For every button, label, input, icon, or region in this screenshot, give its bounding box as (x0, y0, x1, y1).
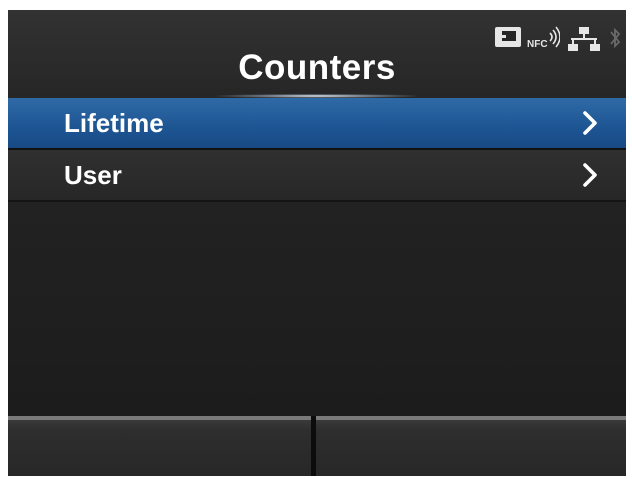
chevron-right-icon (582, 161, 600, 189)
softkey-right-button[interactable] (316, 416, 626, 476)
printer-display: Counters NFC Lifetime User (8, 10, 626, 476)
header-bar: Counters NFC (8, 10, 626, 98)
bluetooth-icon (608, 25, 622, 56)
softkey-left-button[interactable] (8, 416, 311, 476)
menu-empty-area (8, 202, 626, 416)
menu-item-label: User (64, 160, 122, 190)
menu-item-user[interactable]: User (8, 150, 626, 202)
menu-item-lifetime[interactable]: Lifetime (8, 98, 626, 150)
menu-item-label: Lifetime (64, 108, 164, 138)
network-icon (568, 26, 600, 57)
card-slot-icon (494, 26, 522, 53)
chevron-right-icon (582, 109, 600, 137)
nfc-icon: NFC (526, 24, 561, 55)
svg-text:NFC: NFC (527, 39, 548, 50)
